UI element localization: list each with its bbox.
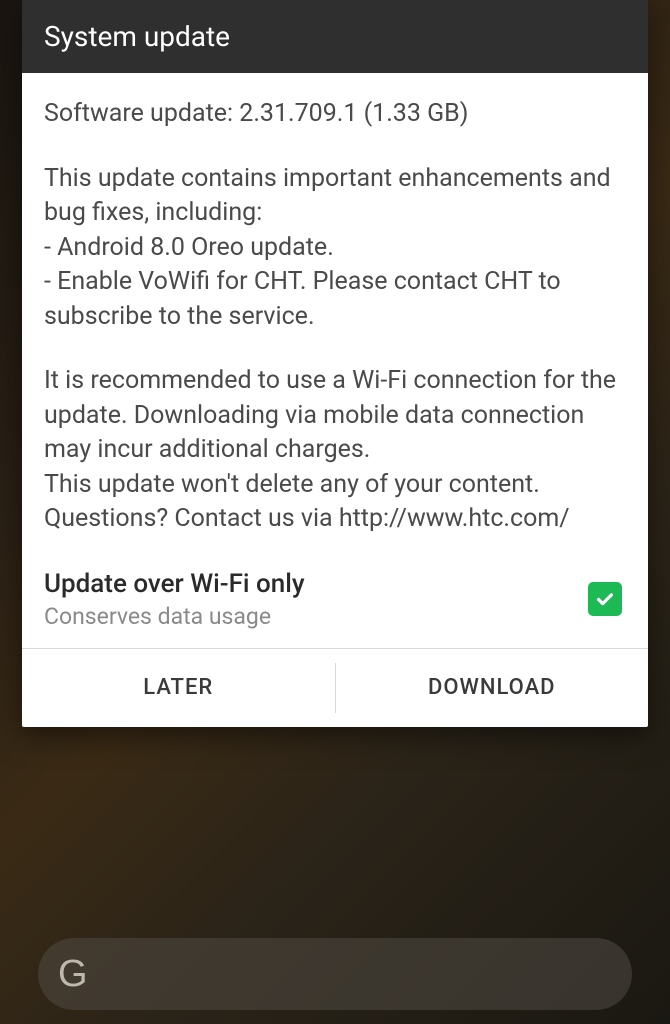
dialog-title: System update: [22, 0, 648, 73]
update-intro-text: This update contains important enhanceme…: [44, 162, 626, 231]
download-button[interactable]: DOWNLOAD: [336, 649, 649, 727]
wifi-recommendation-text: It is recommended to use a Wi-Fi connect…: [44, 364, 626, 468]
update-notes-section: It is recommended to use a Wi-Fi connect…: [44, 364, 626, 537]
google-logo-icon: G: [58, 953, 88, 996]
wifi-option-subtitle: Conserves data usage: [44, 603, 305, 630]
update-bullet-2: - Enable VoWifi for CHT. Please contact …: [44, 265, 626, 334]
no-delete-text: This update won't delete any of your con…: [44, 468, 626, 537]
update-bullet-1: - Android 8.0 Oreo update.: [44, 231, 626, 266]
wifi-only-checkbox[interactable]: [588, 582, 622, 616]
later-button[interactable]: LATER: [22, 649, 335, 727]
dialog-actions: LATER DOWNLOAD: [22, 649, 648, 727]
wifi-option-title: Update over Wi-Fi only: [44, 569, 305, 599]
software-version-line: Software update: 2.31.709.1 (1.33 GB): [44, 97, 626, 132]
update-description-section: This update contains important enhanceme…: [44, 162, 626, 335]
dialog-body: Software update: 2.31.709.1 (1.33 GB) Th…: [22, 73, 648, 561]
wifi-option-text: Update over Wi-Fi only Conserves data us…: [44, 569, 305, 630]
checkmark-icon: [594, 588, 616, 610]
google-search-bar[interactable]: G: [38, 938, 632, 1010]
system-update-dialog: System update Software update: 2.31.709.…: [22, 0, 648, 727]
wifi-only-option[interactable]: Update over Wi-Fi only Conserves data us…: [22, 561, 648, 648]
